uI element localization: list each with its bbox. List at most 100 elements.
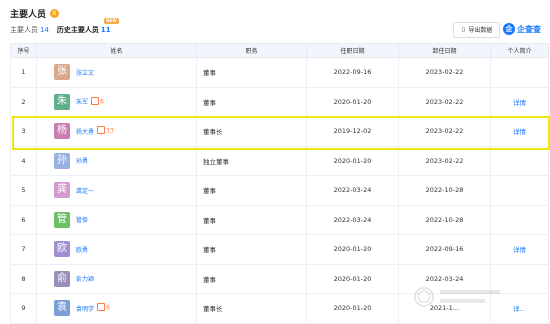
position: 董事 [196,263,307,294]
company-icon [97,126,106,135]
avatar: 孙 [54,152,70,169]
position: 董事 [196,175,307,206]
avatar: 管 [54,211,70,228]
avatar: 朱 [54,93,70,110]
end-date: 2022-10-28 [398,175,491,206]
row-index: 9 [10,293,37,324]
tab-current-personnel[interactable]: 主要人员 14 [10,25,49,38]
tag-count: 6 [106,304,110,312]
tab-count: 11 [100,26,111,34]
table-row: 7 欧欧勇 董事 2020-01-20 2022-09-16 详情 [10,234,549,265]
profile-cell [490,204,549,235]
tab-label: 主要人员 [10,26,38,34]
row-index: 5 [10,175,37,206]
table-header-row: 序号 姓名 职务 任职日期 卸任日期 个人简介 [10,43,549,58]
start-date: 2020-01-20 [306,293,399,324]
table-row: 2 朱朱军 6 董事 2020-01-20 2023-02-22 详情 [10,86,549,117]
brand-logo: 企 企查查 [503,21,541,37]
person-name-link[interactable]: 俞力颖 [76,276,94,283]
start-date: 2022-03-24 [306,175,399,206]
end-date: 2023-02-22 [398,57,491,88]
start-date: 2020-01-20 [306,234,399,265]
person-name-link[interactable]: 袁明学 [76,306,94,313]
detail-link[interactable]: 详情 [513,246,526,254]
column-header-end-date: 卸任日期 [398,43,491,58]
export-icon: ⇩ [460,26,467,34]
person-name-link[interactable]: 管俊 [76,217,88,224]
table-row: 4 孙孙勇 独立董事 2020-01-20 2023-02-22 [10,145,549,176]
person-cell: 孙孙勇 [36,145,197,176]
end-date: 2023-02-22 [398,86,491,117]
avatar: 杨 [54,123,70,140]
column-header-name: 姓名 [36,43,197,58]
related-companies-tag[interactable]: 6 [97,303,110,312]
detail-link[interactable]: 详情 [513,128,526,136]
table-row: 5 龚龚定一 董事 2022-03-24 2022-10-28 [10,175,549,206]
start-date: 2020-01-20 [306,145,399,176]
column-header-position: 职务 [196,43,307,58]
tab-bar: 主要人员 14 历史主要人员 11 NEW [10,18,119,38]
tab-count: 14 [40,26,49,34]
person-cell: 管管俊 [36,204,197,235]
tag-count: 33 [106,127,114,135]
row-index: 8 [10,263,37,294]
person-cell: 杨杨大勇 33 [36,116,197,147]
start-date: 2022-09-16 [306,57,399,88]
row-index: 2 [10,86,37,117]
person-cell: 俞俞力颖 [36,263,197,294]
avatar: 欧 [54,241,70,258]
start-date: 2019-12-02 [306,116,399,147]
profile-cell: 详情 [490,86,549,117]
person-name-link[interactable]: 杨大勇 [76,129,94,136]
section-title: 主要人员 [10,9,47,20]
watermark-icon [414,287,500,307]
position: 董事 [196,57,307,88]
start-date: 2022-03-24 [306,204,399,235]
table-row: 6 管管俊 董事 2022-03-24 2022-10-28 [10,204,549,235]
table-row: 3 杨杨大勇 33 董事长 2019-12-02 2023-02-22 详情 [10,116,549,147]
row-index: 1 [10,57,37,88]
related-companies-tag[interactable]: 33 [97,126,114,135]
related-companies-tag[interactable]: 6 [91,96,104,106]
end-date: 2023-02-22 [398,116,491,147]
end-date: 2022-10-28 [398,204,491,235]
export-data-button[interactable]: ⇩ 导出数据 [453,22,500,38]
person-cell: 袁袁明学 6 [36,293,197,324]
export-label: 导出数据 [468,27,493,34]
person-name-link[interactable]: 龚定一 [76,188,94,195]
row-index: 3 [10,116,37,147]
person-cell: 张张立文 [36,57,197,88]
end-date: 2022-09-16 [398,234,491,265]
profile-cell: 详情 [490,234,549,265]
tab-label: 历史主要人员 [56,26,99,34]
avatar: 龚 [54,182,70,199]
position: 董事 [196,204,307,235]
column-header-profile: 个人简介 [490,43,549,58]
row-index: 7 [10,234,37,265]
avatar: 袁 [54,300,70,317]
position: 董事 [196,234,307,265]
person-name-link[interactable]: 孙勇 [76,158,88,165]
tag-count: 6 [100,98,104,106]
detail-link[interactable]: 详情 [513,99,526,107]
person-cell: 朱朱军 6 [36,86,197,117]
position: 董事长 [196,293,307,324]
new-badge: NEW [104,18,119,24]
person-name-link[interactable]: 张立文 [76,70,94,77]
person-name-link[interactable]: 朱军 [76,99,88,106]
brand-name: 企查查 [517,24,541,34]
position: 独立董事 [196,145,307,176]
profile-cell [490,175,549,206]
start-date: 2020-01-20 [306,263,399,294]
person-name-link[interactable]: 欧勇 [76,247,88,254]
position: 董事 [196,86,307,117]
column-header-index: 序号 [10,43,37,58]
person-cell: 龚龚定一 [36,175,197,206]
company-icon [97,303,106,312]
tab-historical-personnel[interactable]: 历史主要人员 11 NEW [56,18,119,38]
row-index: 6 [10,204,37,235]
qichacha-logo-icon: 企 [503,23,515,35]
column-header-start-date: 任职日期 [306,43,399,58]
profile-cell [490,57,549,88]
company-icon [91,96,100,105]
